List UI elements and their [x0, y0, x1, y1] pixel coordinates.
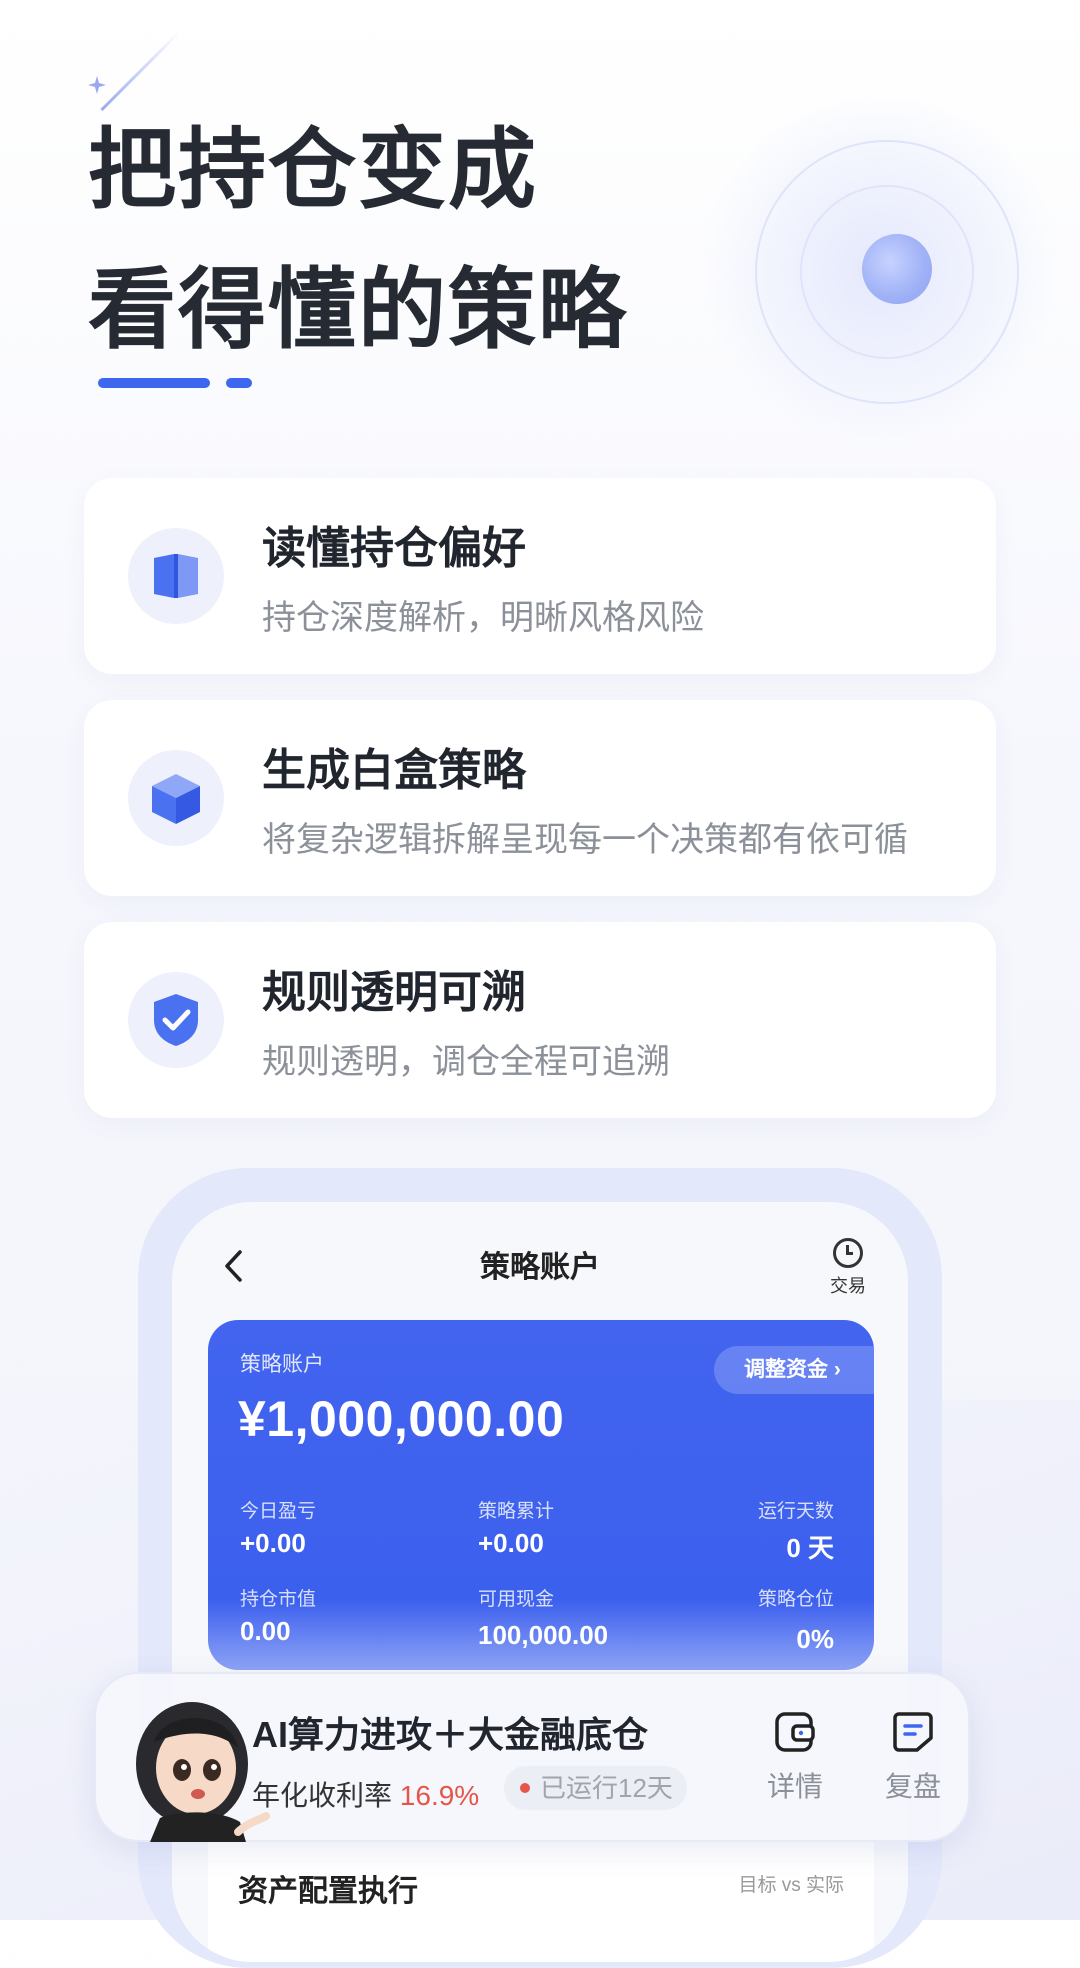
- avatar: [136, 1702, 270, 1842]
- phone-page-title: 策略账户: [480, 1251, 600, 1284]
- feature-title: 读懂持仓偏好: [262, 524, 526, 573]
- cube-icon: [128, 750, 224, 846]
- feature-desc: 持仓深度解析，明晰风格风险: [262, 599, 704, 637]
- trade-label: 交易: [830, 1276, 866, 1296]
- book-icon: [128, 528, 224, 624]
- accent-bar: [98, 378, 210, 388]
- detail-label: 详情: [766, 1771, 823, 1802]
- yield-value: 16.9%: [399, 1780, 480, 1811]
- shield-check-icon: [128, 972, 224, 1068]
- note-icon: [893, 1712, 933, 1752]
- stat-value-position: 0%: [796, 1624, 834, 1654]
- asset-title: 资产配置执行: [238, 1875, 418, 1908]
- asset-allocation-card[interactable]: 资产配置执行 目标 vs 实际: [208, 1822, 874, 1962]
- review-button[interactable]: 复盘: [868, 1710, 958, 1805]
- chevron-right-icon: ›: [833, 1358, 841, 1381]
- adjust-funds-button[interactable]: 调整资金 ›: [714, 1346, 874, 1394]
- account-amount: ¥1,000,000.00: [238, 1391, 565, 1447]
- feature-title: 规则透明可溯: [262, 968, 526, 1017]
- trade-button[interactable]: 交易: [818, 1238, 878, 1298]
- stat-value-cumulative: +0.00: [478, 1528, 544, 1558]
- yield-line: 年化收利率 16.9%: [252, 1774, 479, 1814]
- feature-card-holdings: 读懂持仓偏好 持仓深度解析，明晰风格风险: [84, 478, 996, 674]
- review-label: 复盘: [884, 1771, 941, 1802]
- detail-button[interactable]: 详情: [750, 1710, 840, 1805]
- stat-value-market: 0.00: [240, 1616, 291, 1646]
- strategy-bar[interactable]: AI算力进攻＋大金融底仓 年化收利率 16.9% 已运行12天 详情 复盘: [94, 1672, 970, 1842]
- asset-subtitle: 目标 vs 实际: [738, 1875, 844, 1896]
- stat-label-today: 今日盈亏: [240, 1501, 317, 1522]
- yield-label: 年化收利率: [252, 1780, 393, 1811]
- feature-card-strategy: 生成白盒策略 将复杂逻辑拆解呈现每一个决策都有依可循: [84, 700, 996, 896]
- feature-card-rules: 规则透明可溯 规则透明，调仓全程可追溯: [84, 922, 996, 1118]
- stat-label-position: 策略仓位: [757, 1589, 834, 1610]
- account-card: 策略账户 ¥1,000,000.00 调整资金 › 今日盈亏 +0.00 策略累…: [208, 1320, 874, 1670]
- stat-label-cash: 可用现金: [478, 1589, 555, 1610]
- running-days-badge: 已运行12天: [504, 1766, 687, 1810]
- stat-value-cash: 100,000.00: [478, 1620, 609, 1650]
- stat-label-cumulative: 策略累计: [478, 1501, 555, 1522]
- stat-value-today: +0.00: [240, 1528, 306, 1558]
- account-label: 策略账户: [240, 1353, 324, 1376]
- background-sphere: [862, 234, 932, 304]
- feature-title: 生成白盒策略: [262, 746, 526, 795]
- headline-line-1: 把持仓变成: [88, 120, 539, 219]
- feature-desc: 规则透明，调仓全程可追溯: [262, 1043, 670, 1081]
- strategy-title: AI算力进攻＋大金融底仓: [252, 1714, 649, 1755]
- phone-screen: 策略账户 交易 策略账户 ¥1,000,000.00 调整资金 › 今日盈亏 +…: [172, 1202, 908, 1962]
- accent-dot: [226, 378, 252, 388]
- stat-label-market: 持仓市值: [240, 1589, 317, 1610]
- headline-line-2: 看得懂的策略: [88, 260, 629, 359]
- feature-desc: 将复杂逻辑拆解呈现每一个决策都有依可循: [262, 821, 908, 859]
- sparkle-icon: [88, 76, 106, 94]
- wallet-icon: [775, 1712, 815, 1752]
- stat-value-days: 0 天: [786, 1533, 834, 1563]
- adjust-funds-label: 调整资金: [744, 1358, 828, 1381]
- stat-label-days: 运行天数: [757, 1501, 834, 1522]
- page-headline: 把持仓变成 看得懂的策略: [88, 100, 628, 380]
- clock-icon: [833, 1238, 863, 1268]
